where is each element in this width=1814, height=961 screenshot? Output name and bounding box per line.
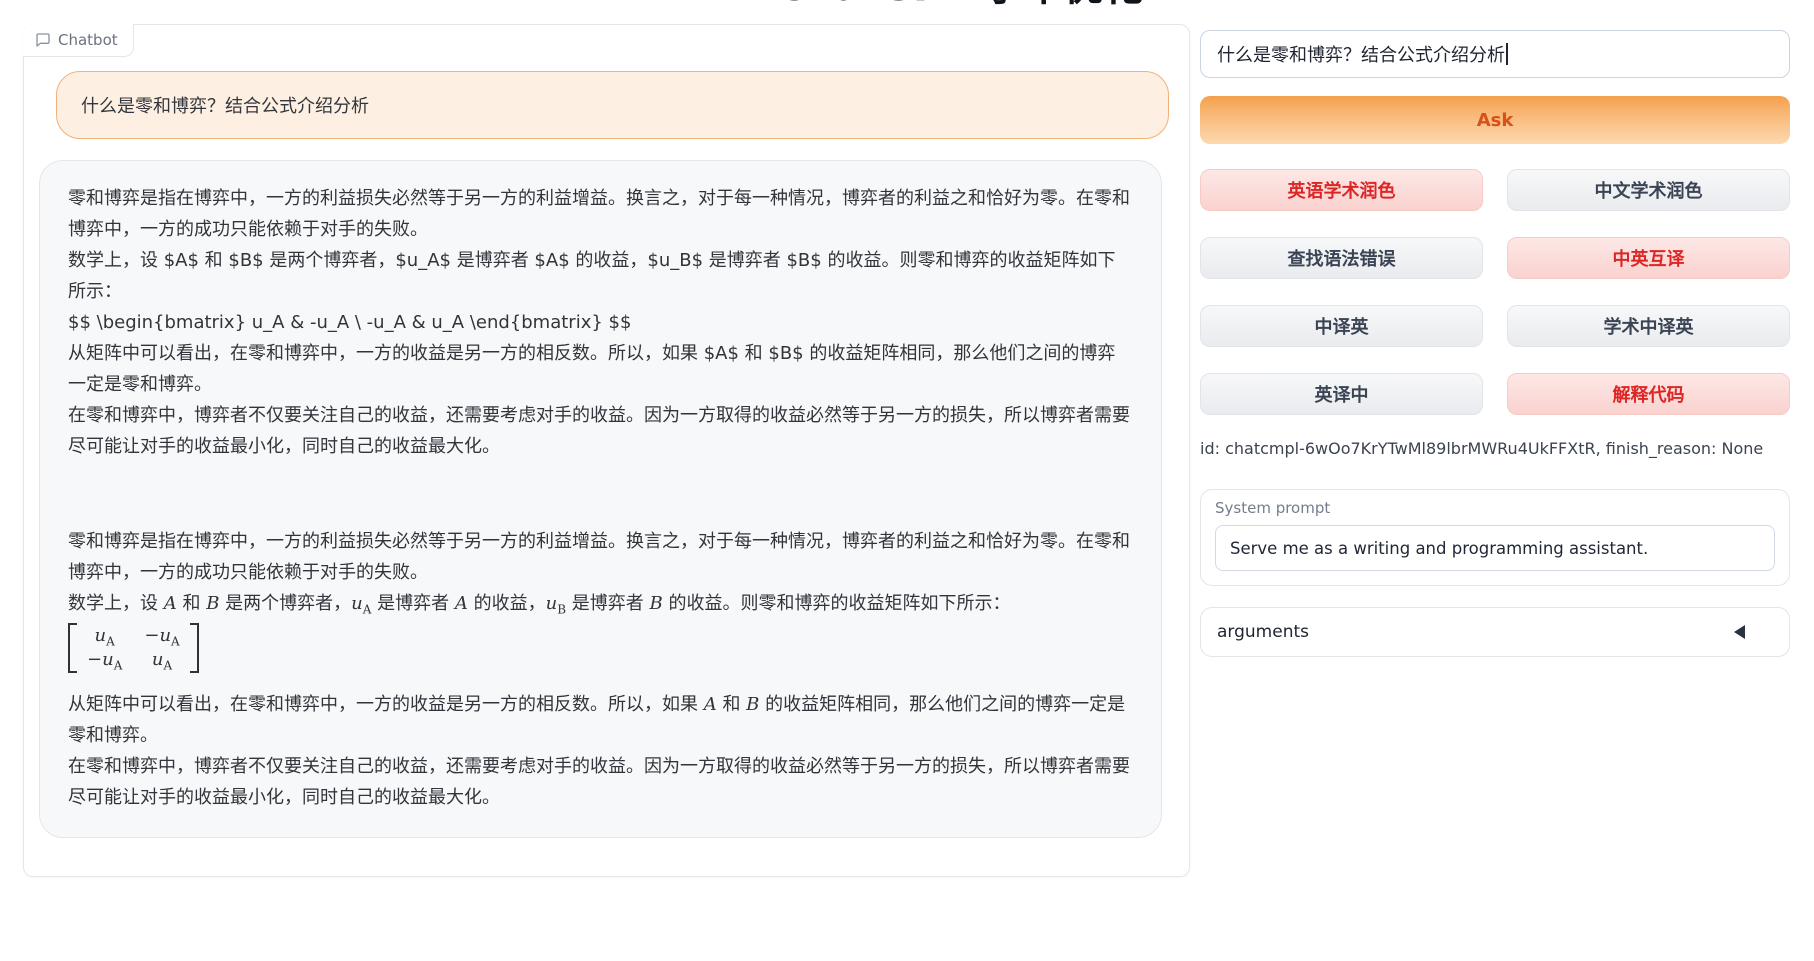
control-column: 什么是零和博弈？结合公式介绍分析 Ask 英语学术润色 中文学术润色 查找语法错… <box>1200 24 1790 657</box>
chatbot-label: Chatbot <box>23 24 134 57</box>
system-prompt-label: System prompt <box>1215 499 1775 517</box>
system-prompt-input[interactable]: Serve me as a writing and programming as… <box>1215 525 1775 571</box>
question-input[interactable]: 什么是零和博弈？结合公式介绍分析 <box>1200 30 1790 78</box>
button-explain-code[interactable]: 解释代码 <box>1507 373 1790 415</box>
bot-message-line: 数学上，设 $A$ 和 $B$ 是两个博弈者，$u_A$ 是博弈者 $A$ 的收… <box>68 245 1133 307</box>
bot-message-line: 数学上，设 A 和 B 是两个博弈者，uA 是博弈者 A 的收益，uB 是博弈者… <box>68 588 1133 619</box>
question-input-value: 什么是零和博弈？结合公式介绍分析 <box>1217 41 1505 67</box>
bot-message-line: 零和博弈是指在博弈中，一方的利益损失必然等于另一方的利益增益。换言之，对于每一种… <box>68 183 1133 245</box>
bot-message-line: 从矩阵中可以看出，在零和博弈中，一方的收益是另一方的相反数。所以，如果 $A$ … <box>68 338 1133 400</box>
system-prompt-value: Serve me as a writing and programming as… <box>1230 539 1648 558</box>
page-title-text: ChatGPT 学术优化 <box>700 0 1220 10</box>
paragraph-gap <box>68 462 1133 526</box>
payoff-matrix: uA−uA−uAuA <box>68 619 1133 689</box>
bot-message-line: 零和博弈是指在博弈中，一方的利益损失必然等于另一方的利益增益。换言之，对于每一种… <box>68 526 1133 588</box>
ask-button-label: Ask <box>1477 110 1514 131</box>
arguments-accordion-label: arguments <box>1217 622 1309 642</box>
user-message-bubble: 什么是零和博弈？结合公式介绍分析 <box>56 71 1169 139</box>
button-english-academic-polish[interactable]: 英语学术润色 <box>1200 169 1483 211</box>
bot-message-line: 在零和博弈中，博弈者不仅要关注自己的收益，还需要考虑对手的收益。因为一方取得的收… <box>68 751 1133 813</box>
page-title: ChatGPT 学术优化 <box>700 0 1220 10</box>
quick-action-grid: 英语学术润色 中文学术润色 查找语法错误 中英互译 中译英 学术中译英 英译中 … <box>1200 169 1790 415</box>
chatbot-label-text: Chatbot <box>58 31 118 49</box>
ask-button[interactable]: Ask <box>1200 96 1790 144</box>
user-message-text: 什么是零和博弈？结合公式介绍分析 <box>81 92 369 118</box>
chat-bubble-icon <box>35 32 51 48</box>
arguments-accordion[interactable]: arguments <box>1200 607 1790 657</box>
system-prompt-group: System prompt Serve me as a writing and … <box>1200 489 1790 586</box>
completion-meta-text: id: chatcmpl-6wOo7KrYTwMl89lbrMWRu4UkFFX… <box>1200 439 1790 458</box>
accordion-collapsed-icon <box>1734 625 1745 639</box>
bot-message-bubble: 零和博弈是指在博弈中，一方的利益损失必然等于另一方的利益增益。换言之，对于每一种… <box>39 160 1162 838</box>
button-find-grammar-errors[interactable]: 查找语法错误 <box>1200 237 1483 279</box>
bot-message-line: 在零和博弈中，博弈者不仅要关注自己的收益，还需要考虑对手的收益。因为一方取得的收… <box>68 400 1133 462</box>
chatbot-panel: Chatbot 什么是零和博弈？结合公式介绍分析 零和博弈是指在博弈中，一方的利… <box>23 24 1190 877</box>
text-caret <box>1506 43 1508 65</box>
button-en-to-zh[interactable]: 英译中 <box>1200 373 1483 415</box>
button-zh-en-mutual-translate[interactable]: 中英互译 <box>1507 237 1790 279</box>
button-zh-to-en[interactable]: 中译英 <box>1200 305 1483 347</box>
bot-message-line: 从矩阵中可以看出，在零和博弈中，一方的收益是另一方的相反数。所以，如果 A 和 … <box>68 689 1133 751</box>
bot-message-line: $$ \begin{bmatrix} u_A & -u_A \ -u_A & u… <box>68 307 1133 338</box>
button-academic-zh-to-en[interactable]: 学术中译英 <box>1507 305 1790 347</box>
button-chinese-academic-polish[interactable]: 中文学术润色 <box>1507 169 1790 211</box>
